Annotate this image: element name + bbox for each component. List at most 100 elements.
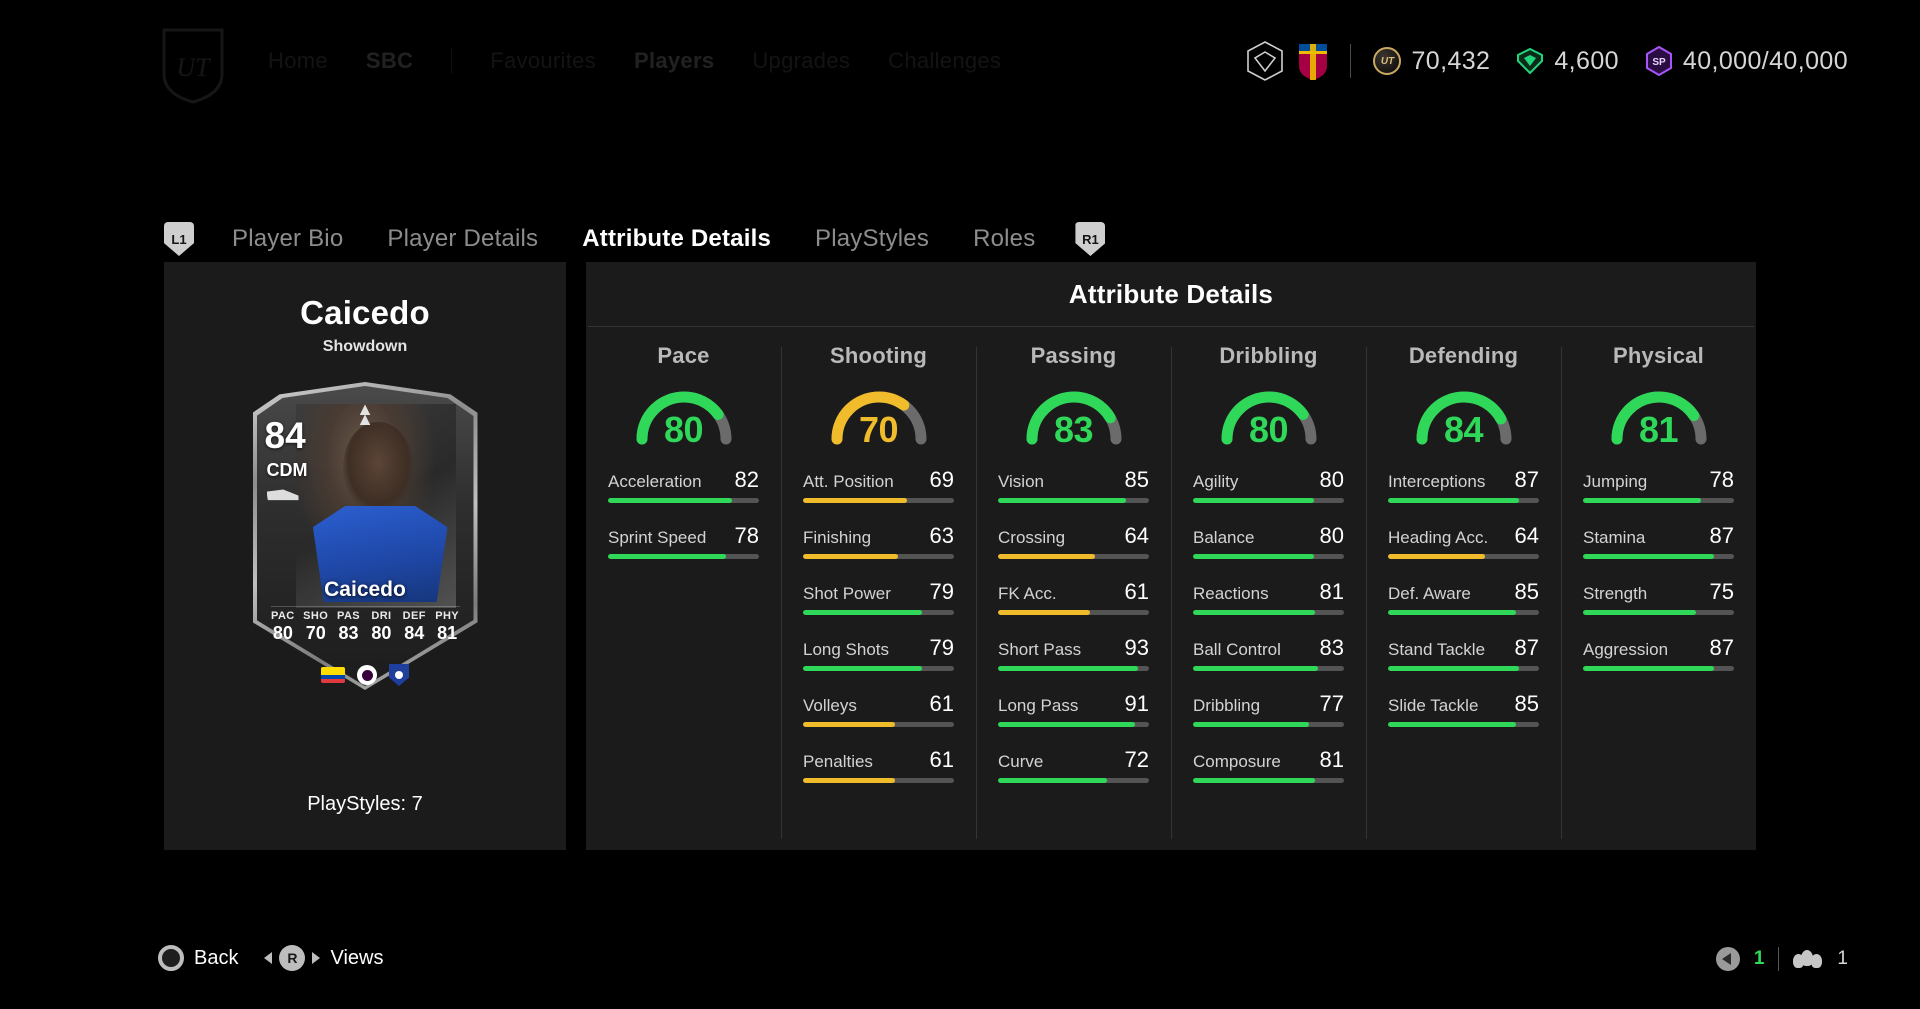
nav-item-players[interactable]: Players: [634, 48, 714, 74]
nav-item-home[interactable]: Home: [268, 48, 328, 74]
attribute-column-pace: Pace 80 Acceleration 82 Sprint Speed 78: [586, 343, 781, 849]
attribute-row: Curve 72: [998, 747, 1149, 783]
bottom-bar-right: 1 1: [1715, 947, 1848, 971]
attribute-row: Crossing 64: [998, 523, 1149, 559]
attribute-value: 81: [1319, 579, 1344, 604]
fc-barcelona-crest-icon: [1294, 40, 1332, 82]
card-stat-label: PAC: [271, 610, 295, 622]
player-name: Caicedo: [300, 294, 430, 331]
r1-bumper-icon[interactable]: R1: [1075, 222, 1106, 256]
attribute-bar: [803, 778, 954, 783]
player-panel: Caicedo Showdown ▲ ▲ 84 CDM Caicedo PAC 8…: [164, 262, 566, 850]
bottom-bar-left: Back R Views: [158, 945, 383, 971]
column-title: Pace: [657, 343, 710, 368]
views-button[interactable]: R Views: [264, 945, 383, 971]
views-stick-icon: R: [264, 945, 321, 971]
l1-bumper-icon[interactable]: L1: [164, 222, 194, 256]
sp-value: 40,000/40,000: [1682, 46, 1848, 75]
tab-player-details[interactable]: Player Details: [365, 225, 560, 253]
attribute-row: Reactions 81: [1193, 579, 1344, 615]
column-title: Physical: [1613, 343, 1704, 368]
r-stick-button-icon: R: [279, 945, 306, 971]
audio-count: 1: [1753, 948, 1765, 969]
attribute-row: Sprint Speed 78: [608, 523, 759, 559]
attribute-label: Long Shots: [803, 640, 890, 659]
attribute-row: Def. Aware 85: [1388, 579, 1539, 615]
player-subtitle: Showdown: [322, 338, 408, 355]
card-stat-def: DEF 84: [398, 610, 431, 644]
attribute-value: 69: [929, 467, 954, 492]
attribute-row: Stamina 87: [1583, 523, 1734, 559]
attribute-bar: [1388, 610, 1539, 615]
content-area: Caicedo Showdown ▲ ▲ 84 CDM Caicedo PAC 8…: [164, 262, 1756, 850]
attribute-bar: [1583, 498, 1734, 503]
audio-icon[interactable]: [1715, 947, 1740, 971]
sp-group: SP 40,000/40,000: [1645, 46, 1848, 76]
card-stat-value: 80: [371, 623, 392, 643]
tab-attribute-details[interactable]: Attribute Details: [560, 225, 793, 253]
attribute-row: Dribbling 77: [1193, 691, 1344, 727]
attribute-bar: [1388, 498, 1539, 503]
currency-divider: [1350, 44, 1352, 78]
attribute-value: 85: [1514, 579, 1539, 604]
attribute-row: Long Shots 79: [803, 635, 954, 671]
attribute-value: 93: [1124, 635, 1149, 660]
club-crest-icon: [1246, 40, 1284, 82]
attribute-bar: [608, 498, 759, 503]
attribute-row: Long Pass 91: [998, 691, 1149, 727]
tab-playstyles[interactable]: PlayStyles: [793, 225, 951, 253]
attribute-bar: [1583, 666, 1734, 671]
attribute-label: Composure: [1193, 752, 1281, 771]
attribute-value: 72: [1124, 747, 1149, 772]
attribute-label: Reactions: [1193, 584, 1269, 603]
attribute-row: Short Pass 93: [998, 635, 1149, 671]
card-stat-phy: PHY 81: [431, 610, 464, 644]
attribute-columns: Pace 80 Acceleration 82 Sprint Speed 78 Shooti…: [586, 327, 1756, 849]
attribute-label: Ball Control: [1193, 640, 1281, 659]
attribute-bar: [1583, 554, 1734, 559]
currency-bar: UT 70,432 4,600 SP 40,000/40,000: [1246, 40, 1848, 82]
nav-item-favourites[interactable]: Favourites: [490, 48, 596, 74]
coin-icon: UT: [1373, 47, 1402, 75]
attribute-value: 61: [1124, 579, 1149, 604]
attribute-value: 79: [929, 579, 954, 604]
players-online-count: 1: [1837, 948, 1848, 969]
back-button[interactable]: Back: [158, 945, 238, 971]
points-value: 4,600: [1554, 46, 1619, 75]
attribute-label: Long Pass: [998, 696, 1079, 715]
tab-roles[interactable]: Roles: [951, 225, 1057, 253]
attribute-column-passing: Passing 83 Vision 85 Crossing 64 FK Acc. 61 Shor…: [976, 343, 1171, 849]
attribute-value: 78: [734, 523, 759, 548]
attribute-row: Heading Acc. 64: [1388, 523, 1539, 559]
card-player-portrait: [343, 422, 413, 512]
card-stat-dri: DRI 80: [365, 610, 398, 644]
attribute-label: Acceleration: [608, 472, 702, 491]
attribute-row: Strength 75: [1583, 579, 1734, 615]
circle-button-icon: [158, 945, 184, 971]
attribute-bar: [1193, 554, 1344, 559]
attribute-label: Jumping: [1583, 472, 1648, 491]
svg-text:UT: UT: [176, 53, 211, 82]
bottom-bar: Back R Views 1 1: [0, 919, 1920, 1009]
nav-item-sbc[interactable]: SBC: [366, 48, 413, 74]
attribute-label: Slide Tackle: [1388, 696, 1479, 715]
card-divider: [270, 606, 460, 607]
card-upgrade-chevron-icon: ▲ ▲: [356, 398, 374, 429]
gauge-shooting: 70: [803, 377, 954, 453]
attribute-label: Short Pass: [998, 640, 1082, 659]
gauge-defending: 84: [1388, 377, 1539, 453]
attribute-row: Finishing 63: [803, 523, 954, 559]
player-card[interactable]: ▲▲ 84 CDM Caicedo PAC 80 SHO 70 PAS 83: [252, 382, 478, 690]
attribute-value: 75: [1709, 579, 1734, 604]
attribute-value: 87: [1514, 467, 1539, 492]
gauge-value: 80: [1248, 409, 1289, 450]
attribute-value: 80: [1319, 523, 1344, 548]
gauge-value: 83: [1053, 409, 1094, 450]
nav-item-challenges[interactable]: Challenges: [888, 48, 1001, 74]
attribute-label: Att. Position: [803, 472, 894, 491]
attribute-label: Vision: [998, 472, 1044, 491]
attribute-value: 87: [1514, 635, 1539, 660]
attribute-bar: [803, 554, 954, 559]
nav-item-upgrades[interactable]: Upgrades: [752, 48, 850, 74]
tab-player-bio[interactable]: Player Bio: [210, 225, 365, 253]
